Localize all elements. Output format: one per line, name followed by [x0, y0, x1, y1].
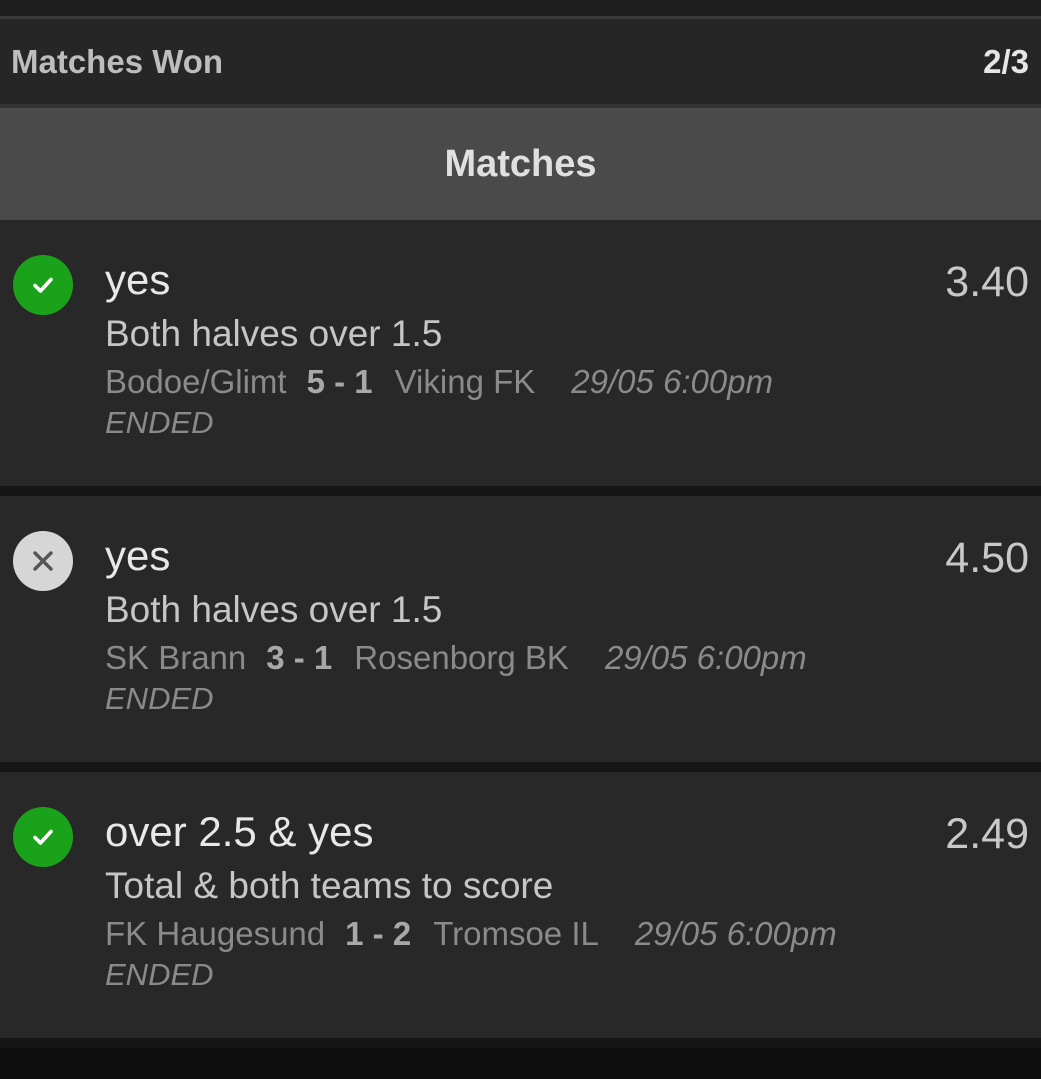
matches-won-value: 2/3	[983, 42, 1029, 80]
match-score: 1 - 2	[345, 915, 412, 952]
away-team: Tromsoe IL	[433, 915, 599, 952]
match-item[interactable]: yes Both halves over 1.5 Bodoe/Glimt 5 - …	[0, 220, 1041, 486]
away-team: Rosenborg BK	[354, 639, 569, 676]
match-score: 3 - 1	[266, 639, 333, 676]
won-status-badge	[13, 255, 73, 315]
match-item[interactable]: over 2.5 & yes Total & both teams to sco…	[0, 772, 1041, 1038]
check-icon	[33, 277, 53, 293]
match-pick: over 2.5 & yes	[105, 808, 374, 855]
kickoff-time: 29/05 6:00pm	[604, 639, 807, 676]
match-details: yes Both halves over 1.5 Bodoe/Glimt 5 - …	[105, 254, 1041, 443]
top-bar	[0, 0, 1041, 19]
match-state: ENDED	[105, 405, 214, 440]
home-team: SK Brann	[105, 639, 247, 676]
match-market: Total & both teams to score	[105, 865, 554, 906]
won-status-badge	[13, 807, 73, 867]
matches-section-header: Matches	[0, 108, 1041, 220]
match-details: yes Both halves over 1.5 SK Brann 3 - 1 Ro…	[105, 530, 1041, 719]
match-teams-line: Bodoe/Glimt 5 - 1 Viking FK 29/05 6:00pm	[105, 362, 1041, 402]
match-market: Both halves over 1.5	[105, 313, 443, 354]
match-state: ENDED	[105, 681, 214, 716]
match-market: Both halves over 1.5	[105, 589, 443, 630]
match-details: over 2.5 & yes Total & both teams to sco…	[105, 806, 1041, 995]
close-icon	[33, 551, 53, 571]
home-team: FK Haugesund	[105, 915, 326, 952]
match-state: ENDED	[105, 957, 214, 992]
matches-won-summary: Matches Won 2/3	[0, 19, 1041, 108]
match-teams-line: SK Brann 3 - 1 Rosenborg BK 29/05 6:00pm	[105, 638, 1041, 678]
matches-won-label: Matches Won	[11, 42, 224, 80]
check-icon	[33, 829, 53, 845]
match-pick: yes	[105, 532, 171, 579]
away-team: Viking FK	[394, 363, 536, 400]
match-odds: 2.49	[945, 810, 1029, 858]
home-team: Bodoe/Glimt	[105, 363, 287, 400]
match-odds: 4.50	[945, 534, 1029, 582]
match-odds: 3.40	[945, 258, 1029, 306]
match-pick: yes	[105, 256, 171, 303]
match-item[interactable]: yes Both halves over 1.5 SK Brann 3 - 1 Ro…	[0, 496, 1041, 762]
lost-status-badge	[13, 531, 73, 591]
kickoff-time: 29/05 6:00pm	[571, 363, 774, 400]
match-teams-line: FK Haugesund 1 - 2 Tromsoe IL 29/05 6:00pm	[105, 914, 1041, 954]
section-title: Matches	[444, 142, 597, 185]
bottom-strip	[0, 1048, 1041, 1079]
match-list: yes Both halves over 1.5 Bodoe/Glimt 5 - …	[0, 220, 1041, 1038]
match-score: 5 - 1	[306, 363, 373, 400]
kickoff-time: 29/05 6:00pm	[634, 915, 837, 952]
